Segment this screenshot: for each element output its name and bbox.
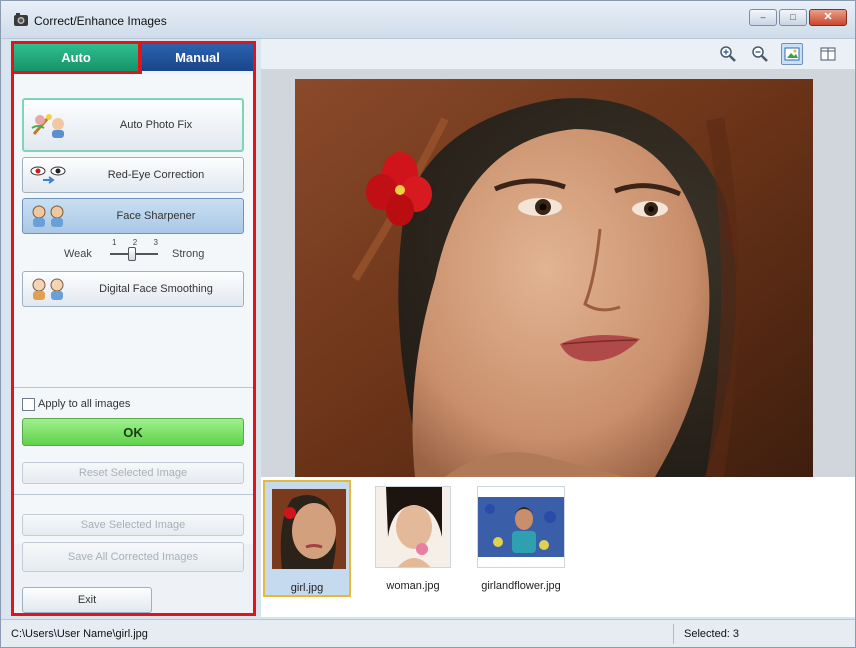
thumbnail-strip: girl.jpg woman.jpg girlandflower.jpg [261, 477, 855, 617]
mode-tabs: Auto Manual [14, 44, 253, 74]
status-selected-count: Selected: 3 [684, 628, 740, 640]
thumbnail-image [271, 488, 347, 570]
ok-button[interactable]: OK [22, 418, 244, 446]
tab-highlight-side [138, 44, 142, 74]
app-window: Correct/Enhance Images – □ ✕ Auto Manual [0, 0, 856, 648]
title-bar: Correct/Enhance Images – □ ✕ [1, 1, 855, 39]
compare-view-icon[interactable] [817, 43, 839, 65]
thumbnail-label: girlandflower.jpg [481, 580, 561, 592]
slider-tick: 3 [153, 238, 158, 247]
auto-photo-fix-label: Auto Photo Fix [119, 119, 193, 131]
thumbnail-image [375, 486, 451, 568]
thumbnail-label: girl.jpg [290, 582, 324, 594]
face-sharpener-button[interactable]: Face Sharpener [22, 198, 244, 234]
face-smoothing-label: Digital Face Smoothing [99, 283, 213, 295]
status-bar: C:\Users\User Name\girl.jpg Selected: 3 [1, 619, 855, 647]
face-sharpener-label: Face Sharpener [116, 210, 196, 222]
exit-button[interactable]: Exit [22, 587, 152, 613]
thumbnail-label: woman.jpg [386, 580, 440, 592]
correction-panel: Auto Manual Auto Photo Fix Red-Eye Corre… [11, 41, 256, 616]
red-eye-icon [29, 161, 69, 189]
thumbnail-item[interactable]: girlandflower.jpg [471, 480, 571, 597]
slider-tick: 2 [132, 238, 138, 247]
preview-area [261, 69, 855, 477]
status-file-path: C:\Users\User Name\girl.jpg [11, 628, 148, 640]
auto-photo-fix-button[interactable]: Auto Photo Fix [22, 98, 244, 152]
strength-slider-row: Weak 1 2 3 Strong [14, 238, 253, 264]
zoom-out-icon[interactable] [749, 43, 771, 65]
preview-image[interactable] [295, 79, 813, 477]
auto-photo-fix-icon [30, 111, 70, 139]
thumbnail-item[interactable]: woman.jpg [369, 480, 457, 597]
strength-slider-thumb[interactable] [128, 247, 136, 261]
close-button[interactable]: ✕ [809, 9, 847, 26]
apply-to-all-checkbox[interactable] [22, 397, 35, 411]
divider [14, 494, 253, 495]
slider-weak-label: Weak [64, 248, 92, 260]
slider-ticks: 1 2 3 [112, 238, 158, 247]
save-selected-image-button[interactable]: Save Selected Image [22, 514, 244, 536]
thumbnail-item[interactable]: girl.jpg [263, 480, 351, 597]
maximize-icon: □ [790, 12, 796, 22]
tab-manual[interactable]: Manual [142, 44, 253, 71]
close-icon: ✕ [823, 11, 833, 23]
tab-auto[interactable]: Auto [14, 44, 138, 71]
window-title: Correct/Enhance Images [34, 14, 167, 28]
status-separator [673, 624, 674, 644]
view-toolbar [261, 39, 855, 69]
maximize-button[interactable]: □ [779, 9, 807, 26]
auto-tools: Auto Photo Fix Red-Eye Correction Face S… [14, 74, 253, 544]
slider-strong-label: Strong [172, 248, 205, 260]
minimize-button[interactable]: – [749, 9, 777, 26]
face-smoothing-icon [29, 275, 69, 303]
thumbnail-image [477, 486, 565, 568]
digital-face-smoothing-button[interactable]: Digital Face Smoothing [22, 271, 244, 307]
slider-tick: 1 [112, 238, 117, 247]
apply-to-all-row[interactable]: Apply to all images [22, 396, 130, 412]
save-all-corrected-images-button[interactable]: Save All Corrected Images [22, 542, 244, 572]
minimize-icon: – [760, 12, 766, 22]
reset-selected-image-button[interactable]: Reset Selected Image [22, 462, 244, 484]
face-sharpener-icon [29, 202, 69, 230]
window-controls: – □ ✕ [749, 9, 847, 26]
red-eye-label: Red-Eye Correction [107, 169, 205, 181]
app-icon [14, 13, 28, 26]
zoom-in-icon[interactable] [717, 43, 739, 65]
apply-to-all-label: Apply to all images [38, 398, 131, 410]
red-eye-correction-button[interactable]: Red-Eye Correction [22, 157, 244, 193]
whole-image-view-icon[interactable] [781, 43, 803, 65]
divider [14, 387, 253, 388]
